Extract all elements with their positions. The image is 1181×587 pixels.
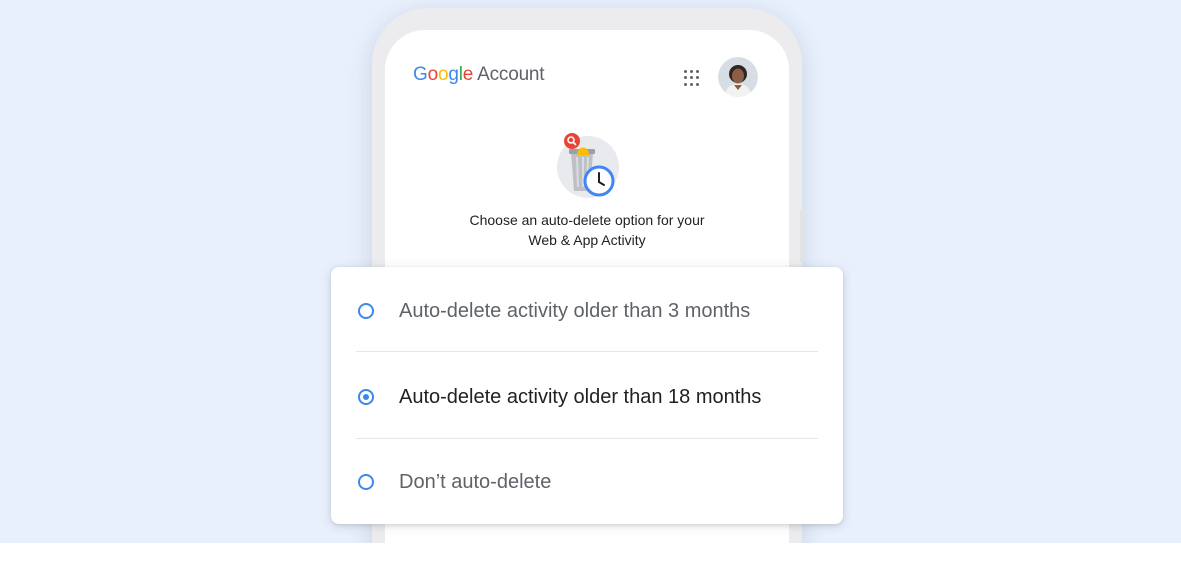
apps-grid-icon[interactable] [684,70,700,86]
option-label: Auto-delete activity older than 3 months [399,300,751,322]
prompt-line-1: Choose an auto-delete option for your [469,212,705,228]
prompt-line-2: Web & App Activity [528,232,646,248]
auto-delete-clock-icon [555,125,625,205]
phone-side-button [800,210,804,262]
avatar[interactable] [718,57,758,97]
user-avatar-icon [718,57,758,97]
option-dont-auto-delete[interactable]: Don’t auto-delete [331,438,843,524]
hero-background: Google Account Choose an auto-delete opt… [0,0,1181,543]
option-label: Auto-delete activity older than 18 month… [399,386,762,408]
google-account-logo: Google Account [413,64,545,85]
radio-dont-auto-delete[interactable] [358,474,374,490]
divider [356,351,818,352]
account-label: Account [477,64,545,85]
option-label: Don’t auto-delete [399,471,552,493]
account-header: Google Account [385,30,789,125]
auto-delete-prompt: Choose an auto-delete option for your We… [385,210,789,250]
option-18-months[interactable]: Auto-delete activity older than 18 month… [331,353,843,439]
option-3-months[interactable]: Auto-delete activity older than 3 months [331,267,843,353]
auto-delete-options-card: Auto-delete activity older than 3 months… [331,267,843,524]
radio-18-months[interactable] [358,389,374,405]
radio-3-months[interactable] [358,303,374,319]
